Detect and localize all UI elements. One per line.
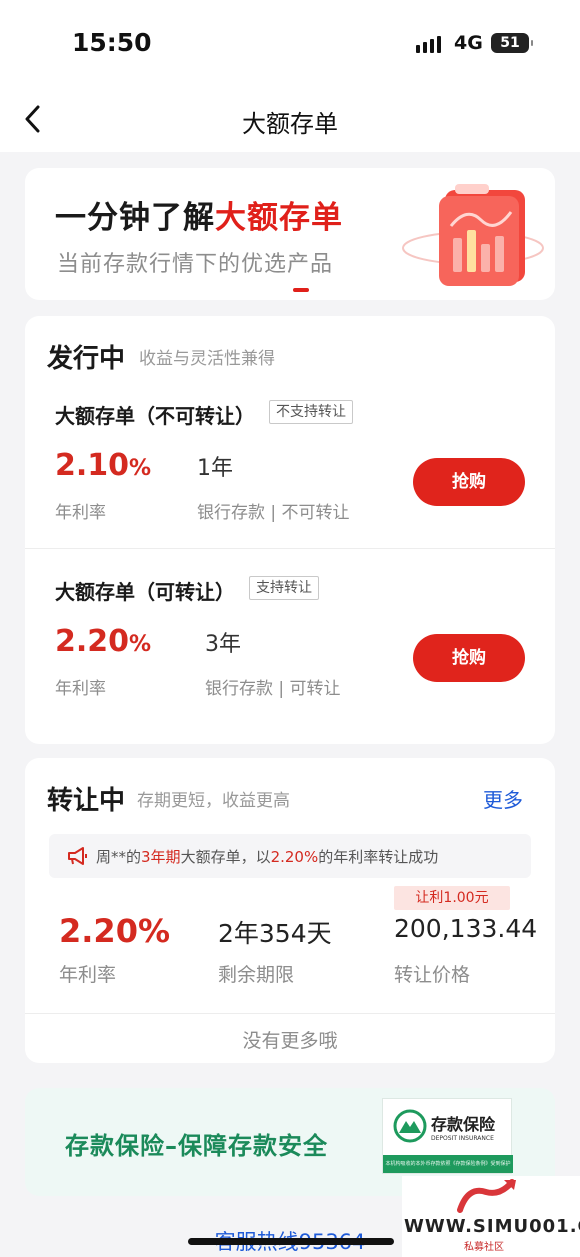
status-time: 15:50 [72, 28, 152, 57]
page-title: 大额存单 [242, 110, 338, 138]
product-name: 大额存单（可转让） [55, 580, 235, 604]
transfer-section: 转让中 存期更短，收益更高 更多 周**的3年期大额存单，以2.20%的年利率转… [25, 758, 555, 1063]
transfer-title: 转让中 [47, 786, 126, 816]
rate-label: 年利率 [55, 503, 106, 523]
transfer-tag: 支持转让 [249, 576, 319, 600]
divider [25, 1013, 555, 1014]
watermark-cn: 私募社区 [464, 1242, 504, 1253]
more-link[interactable]: 更多 [483, 784, 523, 813]
carousel-indicator [293, 288, 309, 292]
discount-badge: 让利1.00元 [394, 886, 510, 910]
divider [25, 548, 555, 549]
transfer-notice: 周**的3年期大额存单，以2.20%的年利率转让成功 [49, 834, 531, 878]
status-bar: 15:50 4G 51 [0, 0, 580, 88]
watermark-logo-icon [457, 1179, 516, 1213]
signal-icon [416, 36, 441, 53]
product-card[interactable]: 大额存单（不可转让） 不支持转让 2.10% 年利率 1年 银行存款 | 不可转… [25, 400, 555, 580]
product-rate-value: 2.20 [55, 624, 130, 659]
remaining-term-label: 剩余期限 [218, 964, 295, 986]
issuing-title: 发行中 [47, 344, 126, 374]
issuing-section: 发行中 收益与灵活性兼得 大额存单（不可转让） 不支持转让 2.10% 年利率 … [25, 316, 555, 744]
notice-term: 3年期 [141, 848, 181, 866]
banner-headline-prefix: 一分钟了解 [55, 200, 215, 236]
insurance-logo-en: DEPOSIT INSURANCE [431, 1135, 494, 1142]
transfer-rate-label: 年利率 [59, 964, 117, 986]
insurance-logo-cn: 存款保险 [431, 1115, 496, 1134]
home-indicator [188, 1238, 394, 1245]
product-rate: 2.20% [55, 624, 151, 659]
product-term-label: 银行存款 | 不可转让 [197, 503, 350, 523]
notice-text-part: 大额存单，以 [180, 848, 271, 866]
banner-subtitle: 当前存款行情下的优选产品 [57, 252, 334, 277]
transfer-rate[interactable]: 2.20% [59, 912, 170, 950]
deposit-insurance-logo-icon [393, 1109, 427, 1143]
product-term: 1年 [197, 456, 233, 481]
product-rate-unit: % [129, 632, 152, 657]
nav-bar: 大额存单 [0, 88, 580, 152]
no-more-text: 没有更多哦 [242, 1030, 338, 1052]
buy-button[interactable]: 抢购 [413, 634, 525, 682]
banner-headline: 一分钟了解大额存单 [55, 192, 343, 237]
product-rate-unit: % [129, 456, 152, 481]
notice-rate: 2.20% [270, 848, 319, 866]
chart-folder-illustration-icon [402, 184, 544, 286]
rate-label: 年利率 [55, 679, 106, 699]
product-term-label: 银行存款 | 可转让 [205, 679, 341, 699]
product-card[interactable]: 大额存单（可转让） 支持转让 2.20% 年利率 3年 银行存款 | 可转让 抢… [25, 576, 555, 756]
transfer-tag: 不支持转让 [269, 400, 353, 424]
deposit-insurance-logo: 存款保险 DEPOSIT INSURANCE 本机构吸收的本外币存款依照《存款保… [382, 1098, 513, 1174]
megaphone-icon [68, 847, 87, 865]
transfer-price-label: 转让价格 [394, 964, 471, 986]
product-rate-value: 2.10 [55, 448, 130, 483]
battery-icon: 51 [491, 33, 533, 53]
notice-text-part: 的年利率转让成功 [318, 848, 439, 866]
banner-headline-highlight: 大额存单 [215, 200, 343, 236]
product-name: 大额存单（不可转让） [55, 404, 255, 428]
watermark: WWW.SIMU001.CN 私募社区 [402, 1176, 580, 1257]
insurance-logo-bar: 本机构吸收的本外币存款依照《存款保险条例》受到保护 [383, 1155, 513, 1173]
watermark-url: WWW.SIMU001.CN [404, 1216, 580, 1237]
product-term: 3年 [205, 632, 241, 657]
network-type: 4G [454, 32, 483, 54]
insurance-title: 存款保险–保障存款安全 [65, 1132, 328, 1160]
product-rate: 2.10% [55, 448, 151, 483]
issuing-subtitle: 收益与灵活性兼得 [139, 349, 275, 369]
transfer-subtitle: 存期更短，收益更高 [137, 791, 290, 811]
transfer-price: 200,133.44 [394, 914, 538, 943]
notice-text: 周**的3年期大额存单，以2.20%的年利率转让成功 [96, 846, 438, 867]
intro-banner[interactable]: 一分钟了解大额存单 当前存款行情下的优选产品 [25, 168, 555, 300]
remaining-term: 2年354天 [218, 919, 332, 948]
buy-button[interactable]: 抢购 [413, 458, 525, 506]
notice-text-part: 周**的 [96, 848, 142, 866]
